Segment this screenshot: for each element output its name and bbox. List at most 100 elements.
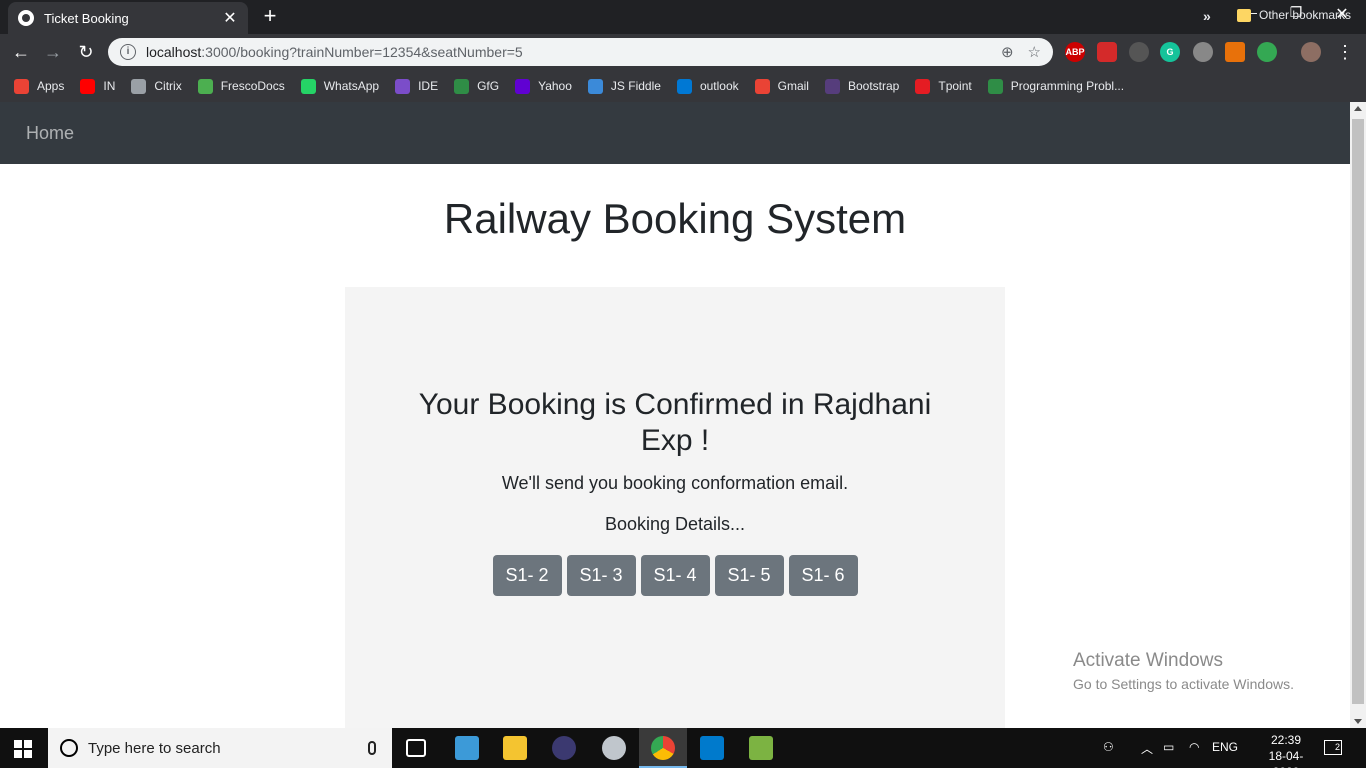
browser-tab[interactable]: Ticket Booking ✕ bbox=[8, 2, 248, 34]
new-tab-button[interactable]: + bbox=[258, 5, 282, 29]
bookmark-item[interactable]: FrescoDocs bbox=[197, 78, 285, 94]
eclipse-icon[interactable] bbox=[552, 736, 576, 760]
bookmark-label: Tpoint bbox=[938, 79, 972, 93]
chrome-icon[interactable] bbox=[651, 736, 675, 760]
action-center-icon[interactable]: 2 bbox=[1324, 740, 1342, 755]
clock-time: 22:39 bbox=[1270, 733, 1302, 747]
seat-button[interactable]: S1- 3 bbox=[566, 555, 636, 596]
scroll-down-arrow-icon[interactable] bbox=[1354, 719, 1362, 724]
gfg-icon bbox=[454, 78, 470, 94]
close-tab-icon[interactable]: ✕ bbox=[222, 8, 238, 28]
bookmark-label: JS Fiddle bbox=[610, 79, 661, 93]
outlook-icon bbox=[676, 78, 692, 94]
skype-extension-icon[interactable] bbox=[1129, 42, 1149, 62]
nav-home-link[interactable]: Home bbox=[26, 123, 74, 144]
seat-button[interactable]: S1- 2 bbox=[492, 555, 562, 596]
bookmark-label: Apps bbox=[37, 79, 65, 93]
reload-icon[interactable]: ↻ bbox=[75, 41, 97, 63]
browser-tab-strip: Ticket Booking ✕ + — ❐ ✕ bbox=[0, 0, 1366, 34]
bookmark-label: IN bbox=[103, 79, 116, 93]
page-scrollbar[interactable] bbox=[1350, 102, 1366, 728]
file-explorer-icon[interactable] bbox=[503, 736, 527, 760]
menu-kebab-icon[interactable]: ⋮ bbox=[1334, 41, 1356, 63]
jsfiddle-icon bbox=[587, 78, 603, 94]
vscode-icon[interactable] bbox=[700, 736, 724, 760]
other-bookmarks[interactable]: Other bookmarks bbox=[1237, 8, 1351, 22]
clock-date: 18-04-2020 bbox=[1268, 749, 1304, 768]
taskbar-clock[interactable]: 22:39 18-04-2020 bbox=[1256, 732, 1316, 768]
bookmark-item[interactable]: IN bbox=[80, 78, 116, 94]
language-indicator[interactable]: ENG bbox=[1212, 740, 1238, 754]
profile-avatar[interactable] bbox=[1301, 42, 1321, 62]
bookmark-item[interactable]: Apps bbox=[14, 78, 65, 94]
ide-icon bbox=[395, 78, 411, 94]
more-bookmarks-icon[interactable]: » bbox=[1203, 8, 1211, 24]
folder-icon bbox=[1237, 8, 1251, 22]
windows-start-icon[interactable] bbox=[14, 740, 32, 758]
bookmark-item[interactable]: WhatsApp bbox=[300, 78, 379, 94]
bookmark-item[interactable]: GfG bbox=[454, 78, 500, 94]
page-title: Railway Booking System bbox=[443, 195, 907, 242]
shield-extension-icon[interactable] bbox=[1097, 42, 1117, 62]
seat-button[interactable]: S1- 4 bbox=[640, 555, 710, 596]
bookmark-item[interactable]: Bootstrap bbox=[824, 78, 900, 94]
bookmark-label: Programming Probl... bbox=[1010, 79, 1125, 93]
notepad-plus-icon[interactable] bbox=[749, 736, 773, 760]
address-bar[interactable]: i localhost:3000/booking?trainNumber=123… bbox=[108, 38, 1053, 66]
bookmark-label: IDE bbox=[418, 79, 439, 93]
bookmark-label: Citrix bbox=[154, 79, 182, 93]
wifi-icon[interactable]: ◠ bbox=[1189, 740, 1199, 754]
microphone-icon[interactable] bbox=[368, 741, 376, 755]
seat-list: S1- 2 S1- 3 S1- 4 S1- 5 S1- 6 bbox=[345, 555, 1005, 596]
bootstrap-icon bbox=[824, 78, 840, 94]
people-icon[interactable]: ⚇ bbox=[1103, 740, 1114, 754]
cortana-icon bbox=[60, 739, 78, 757]
bookmarks-bar: Apps IN Citrix FrescoDocs WhatsApp IDE GfG Yaho… bbox=[0, 70, 1366, 102]
bookmark-label: GfG bbox=[477, 79, 500, 93]
zoom-icon[interactable]: ⊕ bbox=[1001, 43, 1014, 61]
taskbar-search[interactable]: Type here to search bbox=[48, 728, 392, 768]
tab-title: Ticket Booking bbox=[44, 10, 129, 26]
citrix-icon bbox=[131, 78, 147, 94]
bookmark-label: FrescoDocs bbox=[220, 79, 285, 93]
android-extension-icon[interactable] bbox=[1225, 42, 1245, 62]
control-panel-icon[interactable] bbox=[455, 736, 479, 760]
info-icon[interactable]: i bbox=[120, 44, 136, 60]
grammarly-icon[interactable]: G bbox=[1160, 42, 1180, 62]
globe-icon bbox=[18, 10, 34, 26]
url-text[interactable]: localhost:3000/booking?trainNumber=12354… bbox=[146, 44, 987, 60]
bookmark-item[interactable]: Gmail bbox=[754, 78, 809, 94]
drive-extension-icon[interactable] bbox=[1257, 42, 1277, 62]
url-host: localhost bbox=[146, 44, 202, 60]
bookmark-label: outlook bbox=[699, 79, 739, 93]
scroll-thumb[interactable] bbox=[1352, 119, 1364, 704]
adblock-icon[interactable]: ABP bbox=[1065, 42, 1085, 62]
bookmark-label: Bootstrap bbox=[847, 79, 900, 93]
bookmark-item[interactable]: Programming Probl... bbox=[987, 78, 1125, 94]
bookmark-star-icon[interactable]: ☆ bbox=[1028, 43, 1041, 61]
browser-toolbar: ← → ↻ i localhost:3000/booking?trainNumb… bbox=[0, 34, 1366, 70]
paint-icon[interactable] bbox=[602, 736, 626, 760]
activate-windows-watermark: Activate Windows Go to Settings to activ… bbox=[1073, 650, 1294, 692]
forward-icon[interactable]: → bbox=[42, 41, 64, 63]
seat-button[interactable]: S1- 5 bbox=[714, 555, 784, 596]
show-hidden-icons[interactable]: ︿ bbox=[1141, 740, 1153, 757]
page-viewport: Home Railway Booking System Your Booking… bbox=[0, 102, 1350, 728]
circle-extension-icon[interactable] bbox=[1193, 42, 1213, 62]
tpoint-icon bbox=[915, 78, 931, 94]
email-note: We'll send you booking conformation emai… bbox=[501, 473, 849, 493]
back-icon[interactable]: ← bbox=[10, 41, 32, 63]
bookmark-item[interactable]: IDE bbox=[395, 78, 439, 94]
bookmark-item[interactable]: Yahoo bbox=[515, 78, 572, 94]
bookmark-item[interactable]: Citrix bbox=[131, 78, 182, 94]
battery-icon[interactable]: ▭ bbox=[1163, 740, 1174, 754]
bookmark-label: Yahoo bbox=[538, 79, 572, 93]
seat-button[interactable]: S1- 6 bbox=[788, 555, 858, 596]
bookmark-item[interactable]: Tpoint bbox=[915, 78, 972, 94]
bookmark-item[interactable]: JS Fiddle bbox=[587, 78, 661, 94]
bookmark-item[interactable]: outlook bbox=[676, 78, 739, 94]
scroll-up-arrow-icon[interactable] bbox=[1354, 106, 1362, 111]
task-view-icon[interactable] bbox=[406, 739, 426, 757]
apps-grid-icon bbox=[14, 78, 29, 94]
youtube-icon bbox=[80, 78, 96, 94]
